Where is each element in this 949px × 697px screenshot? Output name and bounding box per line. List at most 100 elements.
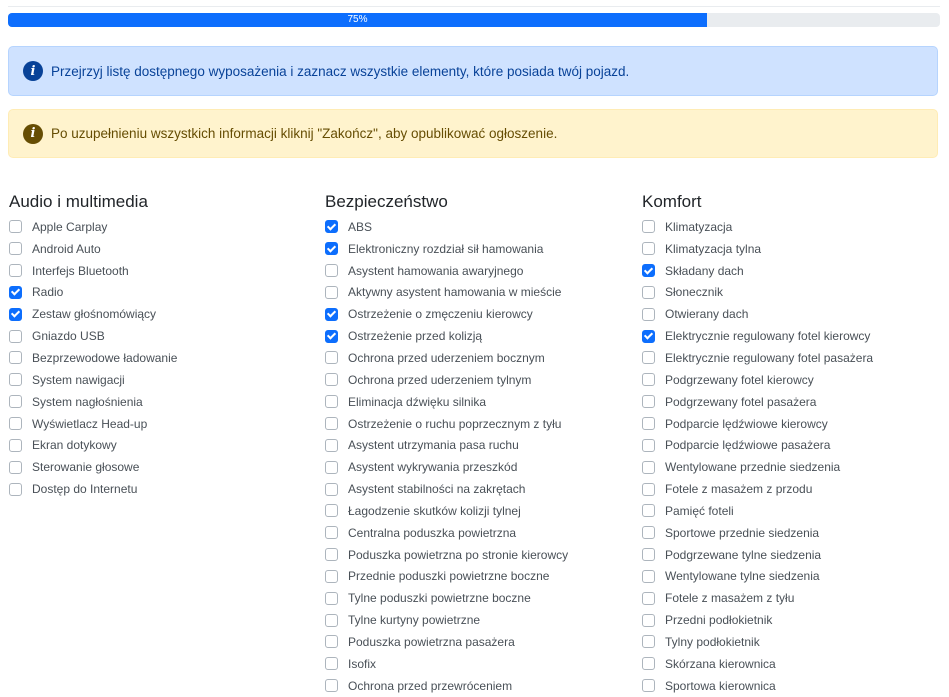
equipment-option[interactable]: Isofix: [325, 653, 625, 675]
equipment-option[interactable]: Centralna poduszka powietrzna: [325, 522, 625, 544]
checkbox[interactable]: [325, 569, 338, 583]
checkbox[interactable]: [325, 460, 338, 474]
checkbox[interactable]: [9, 329, 22, 343]
equipment-option[interactable]: Podparcie lędźwiowe kierowcy: [642, 413, 942, 435]
checkbox[interactable]: [325, 351, 338, 365]
equipment-option[interactable]: Poduszka powietrzna pasażera: [325, 631, 625, 653]
checkbox[interactable]: [325, 329, 338, 343]
checkbox[interactable]: [642, 264, 655, 278]
equipment-option[interactable]: Składany dach: [642, 260, 942, 282]
equipment-option[interactable]: Eliminacja dźwięku silnika: [325, 391, 625, 413]
checkbox[interactable]: [325, 591, 338, 605]
checkbox[interactable]: [325, 526, 338, 540]
checkbox[interactable]: [9, 351, 22, 365]
equipment-option[interactable]: Dostęp do Internetu: [9, 478, 309, 500]
equipment-option[interactable]: Radio: [9, 282, 309, 304]
equipment-option[interactable]: Tylne kurtyny powietrzne: [325, 609, 625, 631]
equipment-option[interactable]: Wentylowane przednie siedzenia: [642, 456, 942, 478]
checkbox[interactable]: [642, 438, 655, 452]
equipment-option[interactable]: Asystent utrzymania pasa ruchu: [325, 434, 625, 456]
checkbox[interactable]: [642, 395, 655, 409]
checkbox[interactable]: [325, 242, 338, 256]
checkbox[interactable]: [325, 657, 338, 671]
checkbox[interactable]: [325, 679, 338, 693]
equipment-option[interactable]: System nagłośnienia: [9, 391, 309, 413]
equipment-option[interactable]: Ekran dotykowy: [9, 434, 309, 456]
equipment-option[interactable]: Skórzana kierownica: [642, 653, 942, 675]
equipment-option[interactable]: Gniazdo USB: [9, 325, 309, 347]
equipment-option[interactable]: Przednie poduszki powietrzne boczne: [325, 566, 625, 588]
checkbox[interactable]: [325, 635, 338, 649]
checkbox[interactable]: [325, 504, 338, 518]
equipment-option[interactable]: Wentylowane tylne siedzenia: [642, 566, 942, 588]
checkbox[interactable]: [325, 613, 338, 627]
equipment-option[interactable]: Fotele z masażem z tyłu: [642, 587, 942, 609]
equipment-option[interactable]: Klimatyzacja tylna: [642, 238, 942, 260]
checkbox[interactable]: [9, 395, 22, 409]
equipment-option[interactable]: Tylny podłokietnik: [642, 631, 942, 653]
equipment-option[interactable]: Zestaw głośnomówiący: [9, 303, 309, 325]
checkbox[interactable]: [9, 242, 22, 256]
equipment-option[interactable]: Ostrzeżenie o ruchu poprzecznym z tyłu: [325, 413, 625, 435]
equipment-option[interactable]: Asystent hamowania awaryjnego: [325, 260, 625, 282]
equipment-option[interactable]: Klimatyzacja: [642, 216, 942, 238]
equipment-option[interactable]: Wyświetlacz Head-up: [9, 413, 309, 435]
checkbox[interactable]: [325, 482, 338, 496]
checkbox[interactable]: [642, 569, 655, 583]
checkbox[interactable]: [642, 657, 655, 671]
equipment-option[interactable]: Ostrzeżenie przed kolizją: [325, 325, 625, 347]
equipment-option[interactable]: Elektroniczny rozdział sił hamowania: [325, 238, 625, 260]
equipment-option[interactable]: Sportowa kierownica: [642, 675, 942, 697]
checkbox[interactable]: [9, 438, 22, 452]
checkbox[interactable]: [642, 504, 655, 518]
checkbox[interactable]: [642, 548, 655, 562]
checkbox[interactable]: [325, 417, 338, 431]
checkbox[interactable]: [642, 613, 655, 627]
checkbox[interactable]: [642, 460, 655, 474]
equipment-option[interactable]: Ochrona przed uderzeniem bocznym: [325, 347, 625, 369]
checkbox[interactable]: [642, 285, 655, 299]
equipment-option[interactable]: Elektrycznie regulowany fotel pasażera: [642, 347, 942, 369]
equipment-option[interactable]: Słonecznik: [642, 282, 942, 304]
equipment-option[interactable]: Ochrona przed przewróceniem: [325, 675, 625, 697]
checkbox[interactable]: [642, 373, 655, 387]
checkbox[interactable]: [642, 351, 655, 365]
equipment-option[interactable]: Android Auto: [9, 238, 309, 260]
checkbox[interactable]: [642, 220, 655, 234]
equipment-option[interactable]: Sterowanie głosowe: [9, 456, 309, 478]
equipment-option[interactable]: Asystent stabilności na zakrętach: [325, 478, 625, 500]
equipment-option[interactable]: Interfejs Bluetooth: [9, 260, 309, 282]
equipment-option[interactable]: Tylne poduszki powietrzne boczne: [325, 587, 625, 609]
checkbox[interactable]: [325, 395, 338, 409]
checkbox[interactable]: [325, 438, 338, 452]
checkbox[interactable]: [642, 417, 655, 431]
equipment-option[interactable]: Podgrzewane tylne siedzenia: [642, 544, 942, 566]
equipment-option[interactable]: Podgrzewany fotel pasażera: [642, 391, 942, 413]
checkbox[interactable]: [642, 679, 655, 693]
equipment-option[interactable]: Łagodzenie skutków kolizji tylnej: [325, 500, 625, 522]
equipment-option[interactable]: Aktywny asystent hamowania w mieście: [325, 282, 625, 304]
checkbox[interactable]: [9, 417, 22, 431]
checkbox[interactable]: [9, 285, 22, 299]
checkbox[interactable]: [9, 460, 22, 474]
equipment-option[interactable]: Elektrycznie regulowany fotel kierowcy: [642, 325, 942, 347]
equipment-option[interactable]: Fotele z masażem z przodu: [642, 478, 942, 500]
checkbox[interactable]: [9, 220, 22, 234]
equipment-option[interactable]: Przedni podłokietnik: [642, 609, 942, 631]
checkbox[interactable]: [325, 285, 338, 299]
equipment-option[interactable]: Asystent wykrywania przeszkód: [325, 456, 625, 478]
equipment-option[interactable]: Poduszka powietrzna po stronie kierowcy: [325, 544, 625, 566]
checkbox[interactable]: [642, 635, 655, 649]
equipment-option[interactable]: Pamięć foteli: [642, 500, 942, 522]
checkbox[interactable]: [642, 591, 655, 605]
equipment-option[interactable]: ABS: [325, 216, 625, 238]
checkbox[interactable]: [642, 329, 655, 343]
checkbox[interactable]: [325, 373, 338, 387]
equipment-option[interactable]: Bezprzewodowe ładowanie: [9, 347, 309, 369]
checkbox[interactable]: [9, 482, 22, 496]
equipment-option[interactable]: Sportowe przednie siedzenia: [642, 522, 942, 544]
checkbox[interactable]: [9, 373, 22, 387]
checkbox[interactable]: [325, 307, 338, 321]
checkbox[interactable]: [642, 482, 655, 496]
equipment-option[interactable]: Apple Carplay: [9, 216, 309, 238]
